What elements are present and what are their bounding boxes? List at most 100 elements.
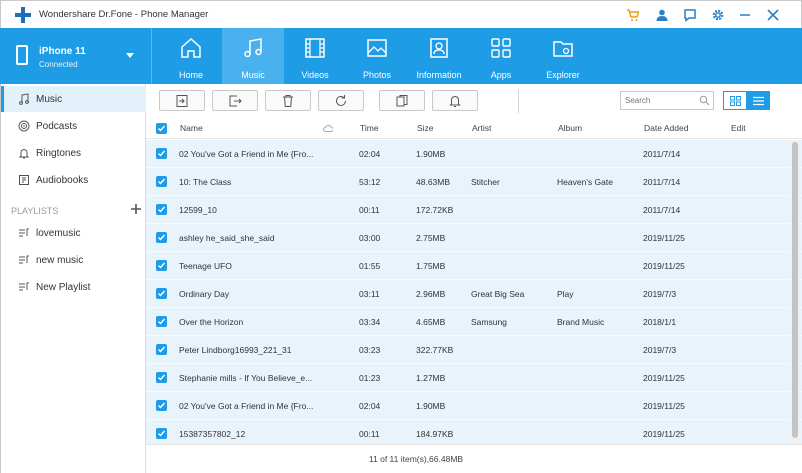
dedupe-button[interactable]	[379, 90, 425, 111]
row-checkbox[interactable]	[156, 400, 167, 411]
tab-label: Apps	[490, 70, 512, 80]
feedback-icon[interactable]	[683, 8, 697, 22]
checkmark-icon	[158, 206, 166, 213]
row-checkbox[interactable]	[156, 372, 167, 383]
add-playlist-icon[interactable]	[129, 202, 143, 216]
table-row[interactable]: Peter Lindborg16993_221_31 03:23 322.77K…	[146, 336, 802, 364]
settings-icon[interactable]	[711, 8, 725, 22]
checkmark-icon	[158, 150, 166, 157]
checkmark-icon	[158, 125, 166, 132]
status-footer: 11 of 11 item(s),66.48MB	[146, 444, 802, 473]
cell-time: 02:04	[359, 149, 381, 159]
tab-explorer[interactable]: Explorer	[532, 28, 594, 84]
row-checkbox[interactable]	[156, 316, 167, 327]
sidebar-item-music[interactable]: Music	[1, 86, 146, 112]
sidebar-item-playlist[interactable]: lovemusic	[1, 220, 146, 246]
tab-label: Music	[241, 70, 265, 80]
device-selector[interactable]: iPhone 11 Connected	[0, 28, 152, 84]
row-checkbox[interactable]	[156, 232, 167, 243]
column-header-size[interactable]: Size	[417, 118, 467, 139]
sidebar-item-playlist[interactable]: New Playlist	[1, 274, 146, 300]
sidebar-item-audiobooks[interactable]: Audiobooks	[1, 167, 146, 193]
column-header-name[interactable]: Name	[180, 118, 320, 139]
table-row[interactable]: 10: The Class 53:12 48.63MB Stitcher Hea…	[146, 168, 802, 196]
cloud-icon	[323, 124, 333, 132]
sidebar-item-playlist[interactable]: new music	[1, 247, 146, 273]
cell-date-added: 2011/7/14	[643, 177, 681, 187]
tab-apps[interactable]: Apps	[470, 28, 532, 84]
row-checkbox[interactable]	[156, 428, 167, 439]
cell-date-added: 2011/7/14	[643, 149, 681, 159]
dedupe-icon	[396, 95, 408, 107]
search-icon[interactable]	[699, 95, 710, 106]
column-header-time[interactable]: Time	[360, 118, 410, 139]
column-header-edit[interactable]: Edit	[731, 118, 771, 139]
cell-artist: Samsung	[471, 317, 507, 327]
ringtone-maker-button[interactable]	[432, 90, 478, 111]
table-row[interactable]: 12599_10 00:11 172.72KB 2011/7/14	[146, 196, 802, 224]
cell-name: Teenage UFO	[179, 261, 232, 271]
row-checkbox[interactable]	[156, 204, 167, 215]
phone-icon	[16, 45, 28, 65]
grid-view-button[interactable]	[723, 91, 747, 110]
sidebar-item-podcasts[interactable]: Podcasts	[1, 113, 146, 139]
table-row[interactable]: ashley he_said_she_said 03:00 2.75MB 201…	[146, 224, 802, 252]
minimize-icon[interactable]	[738, 8, 752, 22]
cell-name: ashley he_said_she_said	[179, 233, 275, 243]
chevron-down-icon[interactable]	[126, 53, 134, 58]
row-checkbox[interactable]	[156, 176, 167, 187]
close-icon[interactable]	[766, 8, 780, 22]
sidebar-item-label: Podcasts	[36, 121, 78, 132]
cell-size: 48.63MB	[416, 177, 451, 187]
table-row[interactable]: 02 You've Got a Friend in Me {Fro... 02:…	[146, 140, 802, 168]
cell-artist: Stitcher	[471, 177, 500, 187]
photo-icon	[367, 39, 387, 57]
toolbar	[146, 84, 802, 118]
item-count-summary: 11 of 11 item(s),66.48MB	[368, 454, 464, 464]
search-input[interactable]	[621, 92, 699, 109]
cell-name: Ordinary Day	[179, 289, 230, 299]
column-header-date-added[interactable]: Date Added	[644, 118, 724, 139]
scrollbar-thumb[interactable]	[792, 142, 798, 438]
active-indicator	[1, 86, 4, 112]
row-checkbox[interactable]	[156, 344, 167, 355]
sidebar-item-label: lovemusic	[36, 228, 81, 239]
checkmark-icon	[158, 374, 166, 381]
table-row[interactable]: Ordinary Day 03:11 2.96MB Great Big Sea …	[146, 280, 802, 308]
sidebar-item-ringtones[interactable]: Ringtones	[1, 140, 146, 166]
vertical-scrollbar[interactable]	[791, 140, 799, 442]
table-row[interactable]: Teenage UFO 01:55 1.75MB 2019/11/25	[146, 252, 802, 280]
cell-time: 03:23	[359, 345, 381, 355]
export-button[interactable]	[212, 90, 258, 111]
tab-photos[interactable]: Photos	[346, 28, 408, 84]
refresh-icon	[336, 95, 346, 106]
column-header-album[interactable]: Album	[558, 118, 638, 139]
table-row[interactable]: Stephanie mills - If You Believe_e... 01…	[146, 364, 802, 392]
table-row[interactable]: Over the Horizon 03:34 4.65MB Samsung Br…	[146, 308, 802, 336]
tab-information[interactable]: Information	[408, 28, 470, 84]
user-icon[interactable]	[655, 8, 669, 22]
row-checkbox[interactable]	[156, 148, 167, 159]
delete-button[interactable]	[265, 90, 311, 111]
table-row[interactable]: 02 You've Got a Friend in Me {Fro... 02:…	[146, 392, 802, 420]
cart-icon[interactable]	[626, 8, 640, 22]
cell-size: 1.75MB	[416, 261, 446, 271]
cell-size: 1.90MB	[416, 149, 446, 159]
import-button[interactable]	[159, 90, 205, 111]
column-header-artist[interactable]: Artist	[472, 118, 552, 139]
list-view-button[interactable]	[746, 91, 770, 110]
cell-size: 1.27MB	[416, 373, 446, 383]
row-checkbox[interactable]	[156, 260, 167, 271]
tab-videos[interactable]: Videos	[284, 28, 346, 84]
contact-card-icon	[430, 38, 448, 58]
checkmark-icon	[158, 262, 166, 269]
sidebar-item-label: Audiobooks	[36, 175, 89, 186]
sidebar-item-label: Music	[36, 94, 63, 105]
refresh-button[interactable]	[318, 90, 364, 111]
tab-home[interactable]: Home	[160, 28, 222, 84]
row-checkbox[interactable]	[156, 288, 167, 299]
device-name: iPhone 11	[39, 46, 86, 57]
drfone-logo-icon	[15, 7, 31, 23]
select-all-checkbox[interactable]	[156, 123, 167, 134]
tab-music[interactable]: Music	[222, 28, 284, 84]
